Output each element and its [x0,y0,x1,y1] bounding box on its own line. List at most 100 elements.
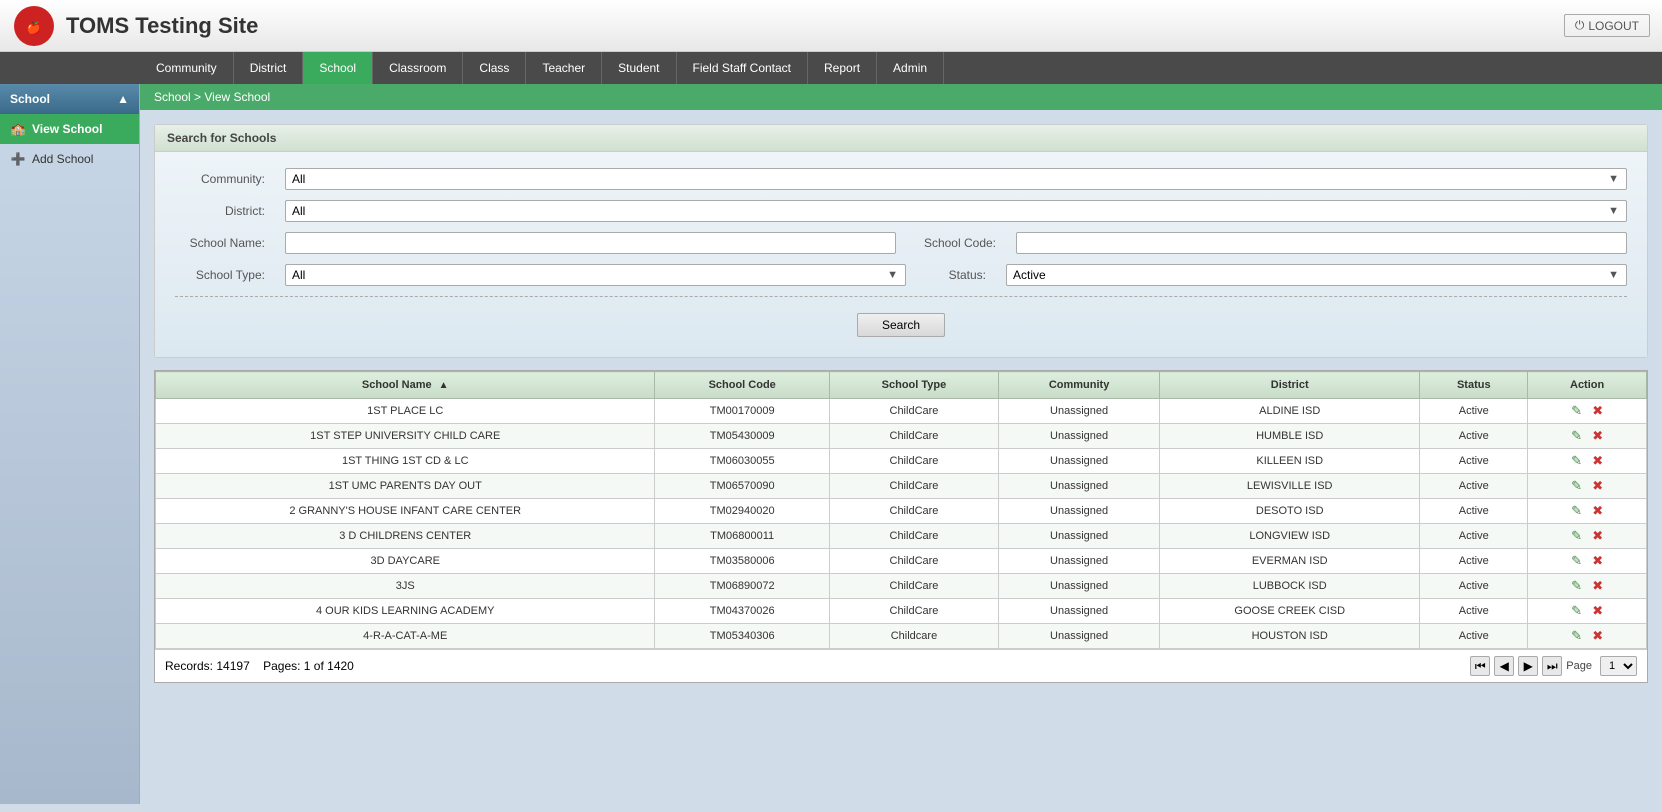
sidebar-item-0[interactable]: 🏫View School [0,114,139,144]
edit-icon: ✎ [1571,628,1582,644]
cell-3: Unassigned [999,624,1160,649]
nav-item-admin[interactable]: Admin [877,52,944,84]
delete-button[interactable]: ✖ [1590,629,1606,643]
cell-4: HOUSTON ISD [1160,624,1420,649]
cell-3: Unassigned [999,499,1160,524]
school-code-input[interactable] [1016,232,1627,254]
delete-icon: ✖ [1592,578,1603,594]
prev-page-button[interactable]: ◀ [1494,656,1514,676]
next-page-button[interactable]: ▶ [1518,656,1538,676]
svg-text:🍎: 🍎 [27,20,42,35]
edit-button[interactable]: ✎ [1569,629,1585,643]
district-label: District: [175,204,265,218]
cell-2: ChildCare [829,599,998,624]
nav-item-report[interactable]: Report [808,52,877,84]
edit-button[interactable]: ✎ [1569,579,1585,593]
sidebar-item-1[interactable]: ➕Add School [0,144,139,174]
nav-item-field-staff-contact[interactable]: Field Staff Contact [677,52,809,84]
col-district[interactable]: District [1160,372,1420,399]
delete-button[interactable]: ✖ [1590,529,1606,543]
nav-item-school[interactable]: School [303,52,373,84]
delete-icon: ✖ [1592,478,1603,494]
edit-button[interactable]: ✎ [1569,529,1585,543]
delete-button[interactable]: ✖ [1590,479,1606,493]
edit-button[interactable]: ✎ [1569,504,1585,518]
edit-button[interactable]: ✎ [1569,604,1585,618]
breadcrumb: School > View School [140,84,1662,110]
search-button[interactable]: Search [857,313,945,337]
sidebar-item-label-1: Add School [32,152,93,166]
cell-2: Childcare [829,624,998,649]
delete-button[interactable]: ✖ [1590,504,1606,518]
delete-icon: ✖ [1592,428,1603,444]
delete-button[interactable]: ✖ [1590,554,1606,568]
first-page-button[interactable]: ⏮ [1470,656,1490,676]
table-row: 1ST PLACE LCTM00170009ChildCareUnassigne… [156,399,1647,424]
edit-icon: ✎ [1571,478,1582,494]
cell-3: Unassigned [999,399,1160,424]
col-school-type[interactable]: School Type [829,372,998,399]
delete-button[interactable]: ✖ [1590,429,1606,443]
edit-icon: ✎ [1571,428,1582,444]
school-type-select[interactable]: All [285,264,906,286]
cell-2: ChildCare [829,574,998,599]
page-select[interactable]: 1 [1600,656,1637,676]
last-page-button[interactable]: ⏭ [1542,656,1562,676]
action-cell: ✎ ✖ [1528,524,1647,549]
table-header: School Name ▲ School Code School Type Co… [156,372,1647,399]
cell-4: HUMBLE ISD [1160,424,1420,449]
cell-2: ChildCare [829,474,998,499]
logout-icon: ⏻ [1575,18,1585,33]
nav-item-community[interactable]: Community [140,52,234,84]
edit-button[interactable]: ✎ [1569,404,1585,418]
nav-item-student[interactable]: Student [602,52,676,84]
cell-1: TM05340306 [655,624,829,649]
cell-5: Active [1420,549,1528,574]
community-select[interactable]: All [285,168,1627,190]
nav-item-class[interactable]: Class [463,52,526,84]
logout-button[interactable]: ⏻ LOGOUT [1564,14,1650,37]
action-cell: ✎ ✖ [1528,449,1647,474]
pagination-controls: ⏮ ◀ ▶ ⏭ Page 1 [1470,656,1637,676]
delete-button[interactable]: ✖ [1590,579,1606,593]
col-school-name[interactable]: School Name ▲ [156,372,655,399]
table-row: 1ST STEP UNIVERSITY CHILD CARETM05430009… [156,424,1647,449]
action-cell: ✎ ✖ [1528,474,1647,499]
cell-0: 1ST STEP UNIVERSITY CHILD CARE [156,424,655,449]
action-cell: ✎ ✖ [1528,424,1647,449]
cell-3: Unassigned [999,449,1160,474]
delete-button[interactable]: ✖ [1590,404,1606,418]
app-logo: 🍎 [12,4,56,48]
delete-button[interactable]: ✖ [1590,604,1606,618]
cell-5: Active [1420,474,1528,499]
table-body: 1ST PLACE LCTM00170009ChildCareUnassigne… [156,399,1647,649]
cell-1: TM02940020 [655,499,829,524]
col-status[interactable]: Status [1420,372,1528,399]
edit-button[interactable]: ✎ [1569,429,1585,443]
edit-icon: ✎ [1571,528,1582,544]
col-community[interactable]: Community [999,372,1160,399]
nav-item-classroom[interactable]: Classroom [373,52,463,84]
edit-button[interactable]: ✎ [1569,554,1585,568]
delete-button[interactable]: ✖ [1590,454,1606,468]
delete-icon: ✖ [1592,453,1603,469]
nav-item-teacher[interactable]: Teacher [526,52,602,84]
col-school-code[interactable]: School Code [655,372,829,399]
cell-3: Unassigned [999,524,1160,549]
delete-icon: ✖ [1592,528,1603,544]
district-select[interactable]: All [285,200,1627,222]
layout: School ▲ 🏫View School➕Add School School … [0,84,1662,804]
content-inner: Search for Schools Community: All ▼ [140,110,1662,697]
sidebar-collapse-icon[interactable]: ▲ [117,92,129,106]
cell-0: 1ST THING 1ST CD & LC [156,449,655,474]
nav-item-district[interactable]: District [234,52,304,84]
cell-3: Unassigned [999,549,1160,574]
status-select[interactable]: Active Inactive [1006,264,1627,286]
cell-4: LUBBOCK ISD [1160,574,1420,599]
school-name-input[interactable] [285,232,896,254]
cell-1: TM04370026 [655,599,829,624]
cell-4: EVERMAN ISD [1160,549,1420,574]
edit-button[interactable]: ✎ [1569,479,1585,493]
edit-button[interactable]: ✎ [1569,454,1585,468]
logo-area: 🍎 TOMS Testing Site [12,4,258,48]
